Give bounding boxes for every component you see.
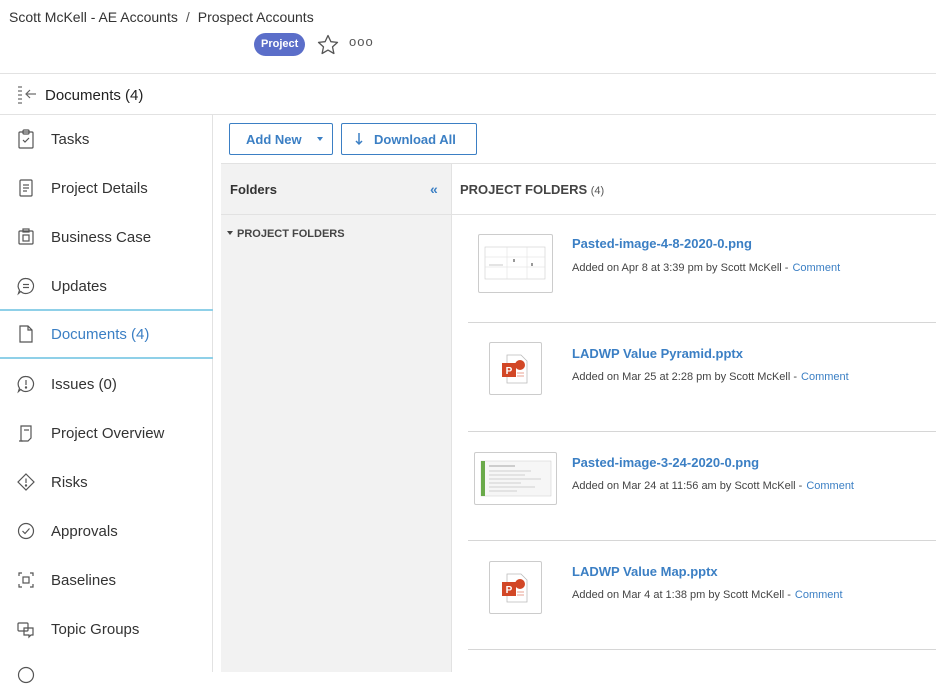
sidebar-item-risks[interactable]: Risks bbox=[0, 458, 213, 507]
download-icon bbox=[355, 133, 363, 146]
pptx-thumbnail[interactable]: P bbox=[489, 561, 542, 614]
sidebar-item-topic-groups[interactable]: Topic Groups bbox=[0, 605, 213, 654]
more-options-icon[interactable]: ooo bbox=[349, 34, 374, 49]
sidebar-item-approvals[interactable]: Approvals bbox=[0, 507, 213, 556]
document-meta: Added on Mar 25 at 2:28 pm by Scott McKe… bbox=[572, 371, 849, 383]
issues-icon bbox=[17, 375, 35, 394]
sidebar-item-documents[interactable]: Documents (4) bbox=[0, 309, 213, 359]
document-meta: Added on Mar 4 at 1:38 pm by Scott McKel… bbox=[572, 589, 843, 601]
overview-icon bbox=[19, 425, 32, 442]
topic-groups-icon bbox=[17, 622, 34, 639]
add-new-button[interactable]: Add New bbox=[229, 123, 333, 155]
sidebar-item-issues[interactable]: Issues (0) bbox=[0, 360, 213, 409]
image-preview bbox=[484, 246, 546, 280]
comment-link[interactable]: Comment bbox=[801, 371, 849, 383]
updates-icon bbox=[17, 277, 35, 296]
document-name[interactable]: LADWP Value Map.pptx bbox=[572, 564, 718, 579]
sidebar-item-project-details[interactable]: Project Details bbox=[0, 164, 213, 213]
sidebar-item-label: Issues (0) bbox=[51, 376, 117, 393]
project-badge: Project bbox=[254, 33, 306, 56]
document-added-info: Added on Mar 24 at 11:56 am by Scott McK… bbox=[572, 480, 803, 492]
documents-count: (4) bbox=[590, 185, 605, 197]
sidebar-item-label: Topic Groups bbox=[51, 621, 140, 638]
approvals-icon bbox=[17, 522, 35, 540]
powerpoint-icon: P bbox=[502, 354, 528, 384]
download-all-button[interactable]: Download All bbox=[341, 123, 477, 155]
document-row[interactable]: P LADWP Value Map.pptx Added on Mar 4 at… bbox=[468, 542, 936, 650]
comment-link[interactable]: Comment bbox=[795, 589, 843, 601]
documents-header: PROJECT FOLDERS (4) bbox=[452, 164, 936, 215]
sidebar-item-tasks[interactable]: Tasks bbox=[0, 115, 213, 164]
star-icon[interactable] bbox=[316, 33, 340, 57]
image-preview bbox=[480, 460, 552, 497]
documents-title: PROJECT FOLDERS (4) bbox=[460, 182, 604, 197]
folders-panel: Folders « PROJECT FOLDERS bbox=[221, 164, 452, 672]
sidebar-item-label: Baselines bbox=[51, 572, 117, 589]
caret-down-icon bbox=[227, 231, 233, 235]
business-case-icon bbox=[18, 228, 34, 245]
breadcrumb-account[interactable]: Scott McKell - AE Accounts bbox=[9, 9, 178, 25]
add-new-label: Add New bbox=[246, 131, 302, 147]
svg-text:P: P bbox=[506, 585, 513, 596]
tasks-icon bbox=[18, 129, 34, 149]
comment-link[interactable]: Comment bbox=[792, 262, 840, 274]
sidebar: Tasks Project Details Business Case Upda… bbox=[0, 115, 213, 684]
details-icon bbox=[19, 179, 33, 197]
breadcrumb: Scott McKell - AE Accounts / Prospect Acco… bbox=[9, 9, 314, 25]
sidebar-item-label: Tasks bbox=[51, 131, 90, 148]
comment-link[interactable]: Comment bbox=[806, 480, 854, 492]
image-thumbnail[interactable] bbox=[478, 234, 553, 293]
document-added-info: Added on Mar 25 at 2:28 pm by Scott McKe… bbox=[572, 371, 798, 383]
document-row[interactable]: Pasted-image-4-8-2020-0.png Added on Apr… bbox=[468, 215, 936, 323]
document-name[interactable]: LADWP Value Pyramid.pptx bbox=[572, 346, 743, 361]
risks-icon bbox=[17, 473, 35, 491]
sidebar-item-project-overview[interactable]: Project Overview bbox=[0, 409, 213, 458]
breadcrumb-separator: / bbox=[185, 9, 190, 25]
more-nav-icon bbox=[17, 666, 35, 684]
svg-text:P: P bbox=[506, 366, 513, 377]
sidebar-item-label: Approvals bbox=[51, 523, 118, 540]
document-meta: Added on Apr 8 at 3:39 pm by Scott McKel… bbox=[572, 262, 840, 274]
document-name[interactable]: Pasted-image-4-8-2020-0.png bbox=[572, 236, 752, 251]
document-meta: Added on Mar 24 at 11:56 am by Scott McK… bbox=[572, 480, 854, 492]
toolbar: Add New Download All bbox=[221, 115, 936, 164]
document-row[interactable]: Pasted-image-3-24-2020-0.png Added on Ma… bbox=[468, 433, 936, 541]
sidebar-item-label: Project Details bbox=[51, 180, 148, 197]
pptx-thumbnail[interactable]: P bbox=[489, 342, 542, 395]
sidebar-item-business-case[interactable]: Business Case bbox=[0, 213, 213, 262]
sidebar-item-baselines[interactable]: Baselines bbox=[0, 556, 213, 605]
document-added-info: Added on Apr 8 at 3:39 pm by Scott McKel… bbox=[572, 262, 789, 274]
breadcrumb-project[interactable]: Prospect Accounts bbox=[198, 9, 314, 25]
collapse-folders-icon[interactable]: « bbox=[430, 181, 438, 197]
sidebar-item-label: Project Overview bbox=[51, 425, 165, 442]
documents-title-text: PROJECT FOLDERS bbox=[460, 182, 588, 197]
document-name[interactable]: Pasted-image-3-24-2020-0.png bbox=[572, 455, 759, 470]
document-row[interactable]: P LADWP Value Pyramid.pptx Added on Mar … bbox=[468, 324, 936, 432]
powerpoint-icon: P bbox=[502, 573, 528, 603]
folders-header: Folders « bbox=[221, 164, 451, 215]
sidebar-item-label: Risks bbox=[51, 474, 88, 491]
baselines-icon bbox=[18, 572, 34, 588]
documents-panel: PROJECT FOLDERS (4) Pasted-image-4-8-202… bbox=[452, 164, 936, 672]
folder-tree-item[interactable]: PROJECT FOLDERS bbox=[227, 228, 345, 240]
folder-tree-label: PROJECT FOLDERS bbox=[237, 228, 345, 240]
sidebar-item-label: Updates bbox=[51, 278, 107, 295]
sidebar-item-updates[interactable]: Updates bbox=[0, 262, 213, 311]
image-thumbnail[interactable] bbox=[474, 452, 557, 505]
collapse-sidebar-icon[interactable] bbox=[16, 84, 38, 104]
sidebar-item-label: Business Case bbox=[51, 229, 152, 246]
chevron-down-icon bbox=[317, 137, 323, 141]
document-icon bbox=[19, 325, 33, 343]
title-bar: Documents (4) bbox=[0, 74, 936, 115]
download-all-label: Download All bbox=[374, 131, 456, 147]
page-title: Documents (4) bbox=[45, 87, 144, 104]
page-header: Scott McKell - AE Accounts / Prospect Acco… bbox=[0, 0, 936, 74]
document-added-info: Added on Mar 4 at 1:38 pm by Scott McKel… bbox=[572, 589, 791, 601]
folders-title: Folders bbox=[230, 182, 277, 197]
sidebar-item-label: Documents (4) bbox=[51, 325, 150, 343]
